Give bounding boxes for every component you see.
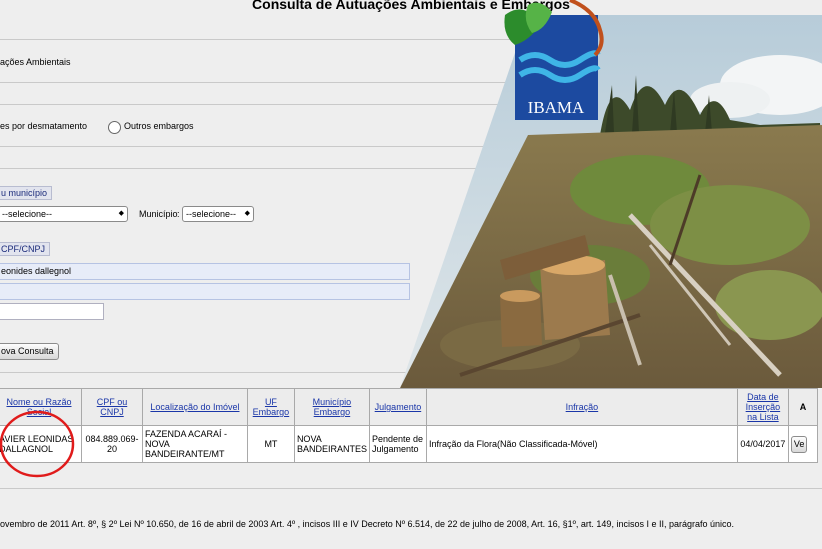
legal-footer: ovembro de 2011 Art. 8º, § 2º Lei Nº 10.…: [0, 519, 735, 529]
cell-acao[interactable]: Ve: [787, 425, 819, 463]
radio-outros-embargos[interactable]: [108, 121, 121, 134]
cell-cpf: 084.889.069-20: [80, 425, 143, 463]
select-arrows-icon: ◆: [118, 210, 124, 217]
col-acao: A: [787, 388, 819, 426]
view-button[interactable]: Ve: [790, 435, 808, 453]
cpf-cnpj-legend: CPF/CNPJ: [0, 242, 51, 256]
cell-localizacao: FAZENDA ACARAÍ - NOVA BANDEIRANTE/MT: [141, 425, 248, 463]
cell-municipio: NOVA BANDEIRANTES: [293, 425, 370, 463]
new-search-button[interactable]: ova Consulta: [0, 343, 59, 360]
cell-julgamento: Pendente de Julgamento: [368, 425, 427, 463]
third-input[interactable]: [0, 303, 104, 320]
table-row: AVIER LEONIDAS DALLAGNOL 084.889.069-20 …: [0, 410, 819, 478]
results-table: Nome ou Razão Social CPF ou CNPJ Localiz…: [0, 388, 819, 478]
col-localizacao[interactable]: Localização do Imóvel: [141, 388, 248, 426]
uf-select[interactable]: --selecione-- ◆: [0, 206, 128, 222]
municipio-select[interactable]: --selecione-- ◆: [182, 206, 254, 222]
col-julgamento[interactable]: Julgamento: [368, 388, 427, 426]
radio-outros-label[interactable]: Outros embargos: [124, 121, 194, 131]
cell-infracao: Infração da Flora(Não Classificada-Móvel…: [425, 425, 738, 463]
second-input[interactable]: [0, 283, 410, 300]
uf-select-value: --selecione--: [2, 209, 53, 219]
ibama-logo: IBAMA: [500, 0, 610, 122]
col-data[interactable]: Data de Inserção na Lista: [736, 388, 789, 426]
red-circle-annotation: [0, 410, 75, 478]
consulta-type-label: ações Ambientais: [0, 57, 71, 67]
divider: [0, 488, 822, 489]
cell-uf: MT: [246, 425, 295, 463]
col-cpf[interactable]: CPF ou CNPJ: [80, 388, 143, 426]
cell-nome: AVIER LEONIDAS DALLAGNOL: [0, 410, 82, 478]
table-header-row: Nome ou Razão Social CPF ou CNPJ Localiz…: [0, 388, 819, 426]
municipio-label: Município: [139, 209, 178, 219]
cell-data: 04/04/2017: [736, 425, 789, 463]
ibama-logo-text: IBAMA: [528, 98, 585, 117]
radio-desmatamento-label[interactable]: es por desmatamento: [0, 121, 87, 131]
col-municipio[interactable]: Município Embargo: [293, 388, 370, 426]
colon: :: [177, 209, 180, 219]
select-arrows-icon: ◆: [244, 210, 250, 217]
uf-municipio-legend: u município: [0, 186, 53, 200]
name-input[interactable]: eonides dallegnol: [0, 263, 410, 280]
deforestation-photo: [400, 15, 822, 388]
col-uf[interactable]: UF Embargo: [246, 388, 295, 426]
municipio-select-value: --selecione--: [186, 209, 237, 219]
col-infracao[interactable]: Infração: [425, 388, 738, 426]
page-title: Consulta de Autuações Ambientais e Embar…: [252, 0, 570, 12]
